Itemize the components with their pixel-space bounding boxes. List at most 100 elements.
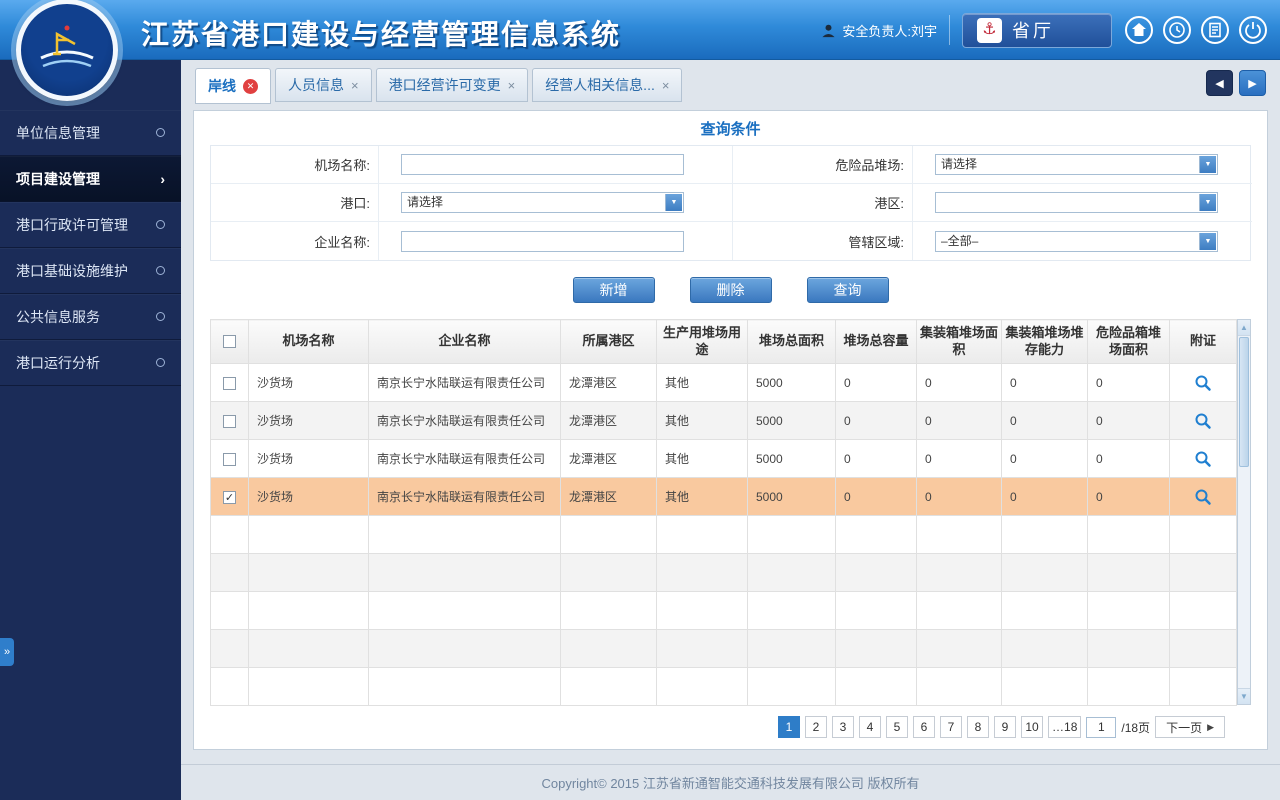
search-button[interactable]: 查询 — [806, 277, 889, 303]
scrollbar-thumb[interactable] — [1239, 337, 1249, 467]
sidebar-item-label: 公共信息服务 — [16, 308, 100, 325]
header-cell: 危险品箱堆场面积 — [1087, 319, 1170, 364]
chevron-down-icon[interactable]: ▼ — [1199, 194, 1216, 211]
port-area-select[interactable]: ▼ — [935, 192, 1218, 213]
page-button-8[interactable]: 8 — [967, 716, 990, 738]
document-icon[interactable] — [1200, 15, 1230, 45]
chevron-down-icon[interactable]: ▼ — [665, 194, 682, 211]
field-cell — [379, 146, 733, 184]
add-button[interactable]: 新增 — [572, 277, 655, 303]
cell-total-area: 5000 — [747, 401, 836, 440]
attachment-view-icon[interactable] — [1194, 412, 1212, 430]
page-button-last[interactable]: …18 — [1048, 716, 1082, 738]
page-button-6[interactable]: 6 — [913, 716, 936, 738]
chevron-down-icon[interactable]: ▼ — [1199, 156, 1216, 173]
home-icon[interactable] — [1124, 15, 1154, 45]
header-cell: 企业名称 — [368, 319, 561, 364]
app-window: 江苏省港口建设与经营管理信息系统 安全负责人:刘宇 ⚓ 省厅 单位信息管理 项目… — [0, 0, 1280, 800]
page-button-3[interactable]: 3 — [832, 716, 855, 738]
table-row[interactable]: 沙货场 南京长宁水陆联运有限责任公司 龙潭港区 其他 5000 0 0 0 0 — [210, 401, 1237, 440]
sidebar-item-admin-license[interactable]: 港口行政许可管理 — [0, 202, 181, 248]
user-label: 安全负责人:刘宇 — [842, 23, 937, 39]
airport-name-input[interactable] — [401, 154, 684, 175]
table-row[interactable]: 沙货场 南京长宁水陆联运有限责任公司 龙潭港区 其他 5000 0 0 0 0 — [210, 439, 1237, 478]
logout-icon[interactable] — [1238, 15, 1268, 45]
table-row-selected[interactable]: ✓ 沙货场 南京长宁水陆联运有限责任公司 龙潭港区 其他 5000 0 0 0 … — [210, 477, 1237, 516]
port-select[interactable]: 请选择 ▼ — [401, 192, 684, 213]
collapse-icon: » — [3, 646, 11, 658]
field-cell: 请选择 ▼ — [379, 184, 733, 222]
page-button-7[interactable]: 7 — [940, 716, 963, 738]
sidebar-item-infrastructure[interactable]: 港口基础设施维护 — [0, 248, 181, 294]
circle-indicator-icon — [156, 220, 165, 229]
sidebar-collapse-handle[interactable]: » — [0, 638, 14, 666]
page-button-5[interactable]: 5 — [886, 716, 909, 738]
content-panel: 查询条件 机场名称: 危险品堆场: 请选择 ▼ 港口: 请选择 ▼ 港区: ▼ … — [193, 110, 1268, 750]
attachment-view-icon[interactable] — [1194, 488, 1212, 506]
row-checkbox-checked[interactable]: ✓ — [223, 490, 236, 504]
dept-button[interactable]: ⚓ 省厅 — [962, 12, 1112, 48]
chevron-down-icon[interactable]: ▼ — [1199, 232, 1216, 250]
copyright-text: Copyright© 2015 江苏省新通智能交通科技发展有限公司 版权所有 — [541, 776, 920, 791]
scroll-up-icon[interactable]: ▲ — [1238, 320, 1250, 336]
cell-yard-usage: 其他 — [656, 401, 748, 440]
page-button-9[interactable]: 9 — [994, 716, 1017, 738]
select-all-checkbox[interactable] — [223, 335, 236, 349]
tab-scroll-right-icon[interactable]: ▶ — [1239, 70, 1266, 96]
header-quick-icons — [1124, 15, 1268, 45]
cell-container-capacity: 0 — [1001, 439, 1088, 478]
row-checkbox[interactable] — [223, 452, 236, 466]
sidebar-item-label: 港口行政许可管理 — [16, 216, 128, 233]
scroll-down-icon[interactable]: ▼ — [1238, 688, 1250, 704]
company-name-input[interactable] — [401, 230, 684, 252]
next-page-button[interactable]: 下一页 ▶ — [1155, 716, 1225, 738]
action-buttons: 新增 删除 查询 — [194, 261, 1267, 319]
field-label: 危险品堆场: — [733, 146, 913, 184]
sidebar-item-unit-info[interactable]: 单位信息管理 — [0, 110, 181, 156]
hazardous-yard-select[interactable]: 请选择 ▼ — [935, 154, 1218, 175]
close-icon[interactable]: × — [351, 78, 359, 93]
attachment-view-icon[interactable] — [1194, 374, 1212, 392]
cell-yard-usage: 其他 — [656, 439, 748, 478]
cell-airport-name: 沙货场 — [248, 439, 369, 478]
query-section-title: 查询条件 — [700, 120, 761, 138]
page-button-10[interactable]: 10 — [1021, 716, 1044, 738]
tab-license-change[interactable]: 港口经营许可变更 × — [375, 68, 529, 102]
cell-yard-usage: 其他 — [656, 477, 748, 516]
sidebar-item-operation-analysis[interactable]: 港口运行分析 — [0, 340, 181, 386]
sidebar-item-project-construction[interactable]: 项目建设管理 › — [0, 156, 181, 202]
pagination: 1 2 3 4 5 6 7 8 9 10 …18 /18页 下一页 ▶ — [194, 706, 1267, 738]
row-checkbox[interactable] — [223, 414, 236, 428]
row-checkbox[interactable] — [223, 376, 236, 390]
sidebar-item-public-info[interactable]: 公共信息服务 — [0, 294, 181, 340]
table-row-empty — [210, 629, 1237, 668]
page-input[interactable] — [1086, 716, 1117, 738]
history-clock-icon[interactable] — [1162, 15, 1192, 45]
select-value: –全部– — [941, 233, 979, 248]
close-icon[interactable]: ✕ — [243, 78, 258, 94]
header-right-area: 安全负责人:刘宇 ⚓ 省厅 — [821, 0, 1280, 60]
field-cell — [379, 222, 733, 260]
table-row-empty — [210, 667, 1237, 706]
cell-container-capacity: 0 — [1001, 477, 1088, 516]
tab-shoreline[interactable]: 岸线 ✕ — [195, 68, 271, 104]
vertical-scrollbar[interactable]: ▲ ▼ — [1237, 319, 1251, 705]
delete-button[interactable]: 删除 — [689, 277, 772, 303]
anchor-icon: ⚓ — [977, 17, 1002, 43]
jurisdiction-select[interactable]: –全部– ▼ — [935, 230, 1218, 252]
attachment-view-icon[interactable] — [1194, 450, 1212, 468]
tab-operator-info[interactable]: 经营人相关信息... × — [532, 68, 683, 102]
header-cell: 生产用堆场用途 — [656, 319, 748, 364]
tab-personnel-info[interactable]: 人员信息 × — [275, 68, 372, 102]
tab-scroll-left-icon[interactable]: ◀ — [1206, 70, 1233, 96]
cell-airport-name: 沙货场 — [248, 363, 369, 402]
results-table: 机场名称 企业名称 所属港区 生产用堆场用途 堆场总面积 堆场总容量 集装箱堆场… — [210, 319, 1237, 706]
dept-button-label: 省厅 — [1012, 21, 1054, 41]
cell-company-name: 南京长宁水陆联运有限责任公司 — [368, 477, 561, 516]
close-icon[interactable]: × — [508, 78, 516, 93]
page-button-1[interactable]: 1 — [778, 716, 801, 738]
page-button-4[interactable]: 4 — [859, 716, 882, 738]
page-button-2[interactable]: 2 — [805, 716, 828, 738]
table-row[interactable]: 沙货场 南京长宁水陆联运有限责任公司 龙潭港区 其他 5000 0 0 0 0 — [210, 363, 1237, 402]
close-icon[interactable]: × — [662, 78, 670, 93]
